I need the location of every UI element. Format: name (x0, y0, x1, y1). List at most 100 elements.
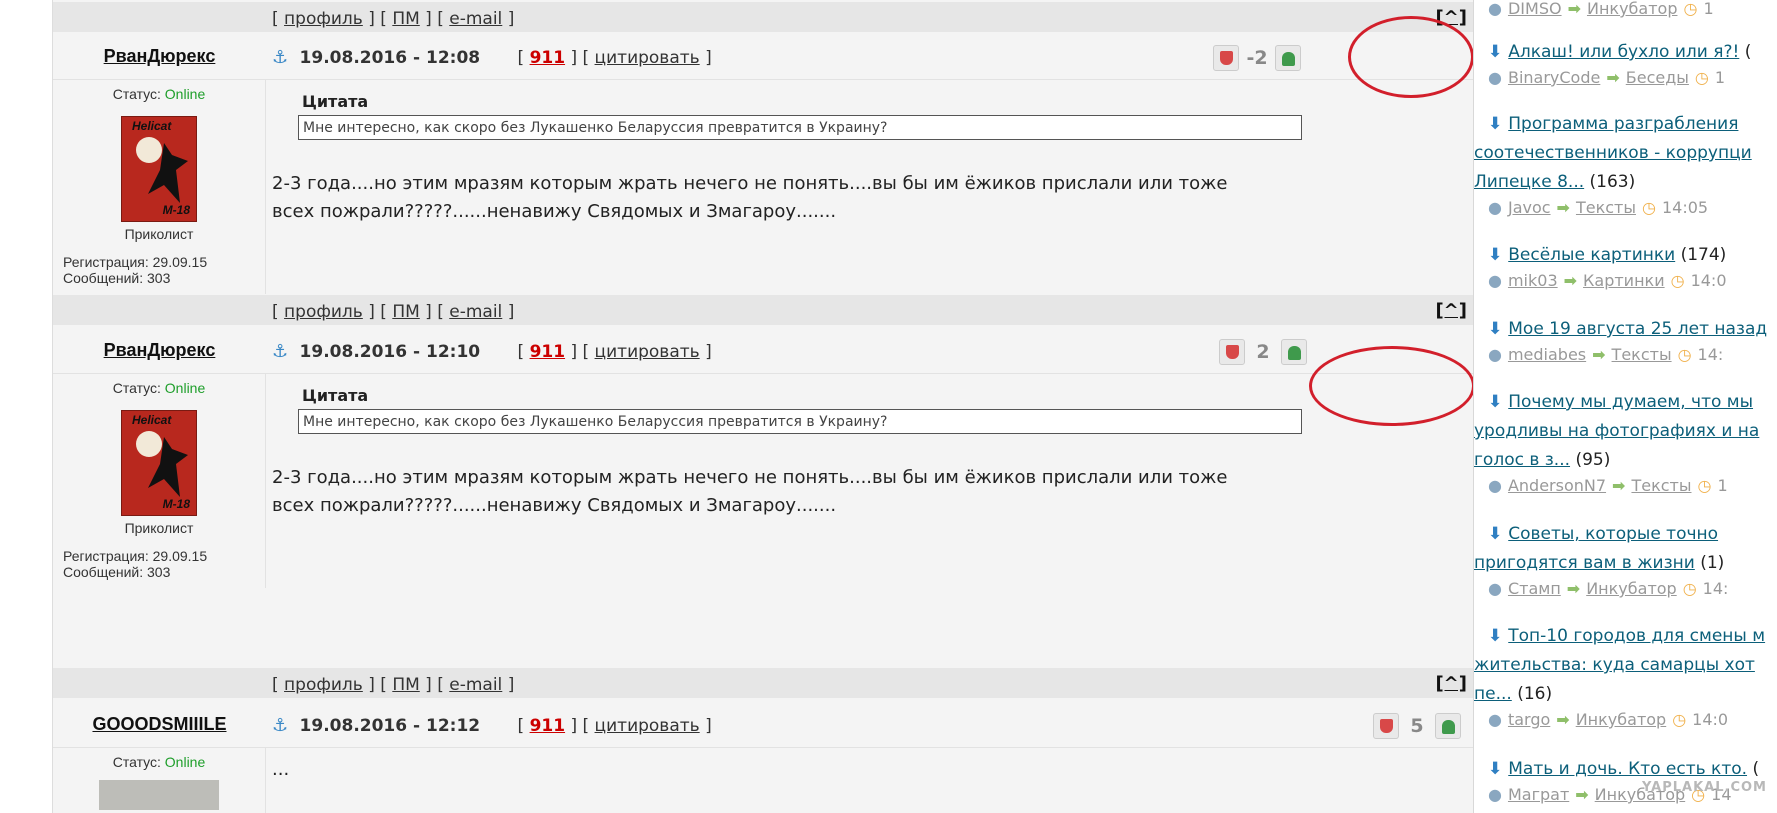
arrow-right-icon: ➡ (1612, 476, 1626, 495)
topic-section[interactable]: Инкубатор (1586, 579, 1677, 598)
post-author[interactable]: РванДюрекс (104, 46, 216, 66)
pm-link[interactable]: ПМ (392, 675, 419, 695)
topic-user[interactable]: mik03 (1508, 271, 1558, 290)
quote-post-link[interactable]: цитировать (595, 342, 700, 362)
post-rating: 5 (1373, 711, 1461, 741)
email-link[interactable]: e-mail (449, 675, 502, 695)
clock-icon: ◷ (1672, 710, 1687, 729)
quote-title: Цитата (302, 386, 369, 405)
rating-score: 5 (1410, 715, 1424, 737)
user-icon: ● (1488, 0, 1502, 18)
post-date: 19.08.2016 - 12:12 (299, 716, 481, 736)
pm-link[interactable]: ПМ (392, 9, 419, 29)
clock-icon: ◷ (1670, 271, 1685, 290)
profile-link[interactable]: профиль (284, 9, 363, 29)
thumb-up-icon[interactable] (1275, 45, 1301, 71)
thumb-up-icon[interactable] (1435, 713, 1461, 739)
author-stats: Регистрация: 29.09.15 Сообщений: 303 (53, 254, 265, 286)
post-number-link[interactable]: 911 (530, 716, 566, 736)
topic-title[interactable]: Программа разграбления (1508, 114, 1738, 134)
topic-user[interactable]: targo (1508, 710, 1550, 729)
forum-post: РванДюрекс ⚓ 19.08.2016 - 12:08 [ 911 ] … (53, 36, 1473, 294)
avatar[interactable]: Helicat M-18 (121, 116, 197, 222)
clock-icon: ◷ (1694, 68, 1709, 87)
topic-title[interactable]: Советы, которые точно (1508, 524, 1718, 544)
thumb-up-icon[interactable] (1281, 339, 1307, 365)
topic-user[interactable]: DIMSO (1508, 0, 1562, 18)
author-info: Статус: Online (53, 748, 266, 813)
topic-user[interactable]: AndersonN7 (1508, 476, 1606, 495)
topic-section[interactable]: Тексты (1576, 198, 1636, 217)
anchor-icon[interactable]: ⚓ (272, 715, 288, 736)
topic-user[interactable]: Javoc (1508, 198, 1551, 217)
arrow-right-icon: ➡ (1606, 68, 1620, 87)
arrow-down-icon: ⬇ (1488, 245, 1503, 265)
topic-title[interactable]: Мое 19 августа 25 лет назад (1508, 319, 1767, 339)
registration-date: Регистрация: 29.09.15 (63, 254, 208, 270)
topic-title[interactable]: Мать и дочь. Кто есть кто. (1508, 759, 1747, 779)
topic-title[interactable]: Алкаш! или бухло или я?! (1508, 42, 1739, 62)
topic-section[interactable]: Инкубатор (1576, 710, 1667, 729)
author-stats: Регистрация: 29.09.15 Сообщений: 303 (53, 548, 265, 580)
message-count: Сообщений: 303 (63, 270, 171, 286)
pm-link[interactable]: ПМ (392, 302, 419, 322)
profile-link[interactable]: профиль (284, 302, 363, 322)
topic-user[interactable]: BinaryCode (1508, 68, 1600, 87)
topic-section[interactable]: Инкубатор (1587, 0, 1678, 18)
topic-section[interactable]: Картинки (1583, 271, 1665, 290)
post-body: Цитата Мне интересно, как скоро без Лука… (272, 80, 1467, 226)
post-author[interactable]: GOOODSMIIILE (92, 714, 226, 734)
quote-post-link[interactable]: цитировать (595, 716, 700, 736)
arrow-down-icon: ⬇ (1488, 114, 1503, 134)
arrow-down-icon: ⬇ (1488, 392, 1503, 412)
topic-section[interactable]: Тексты (1612, 345, 1672, 364)
annotation-circle (1309, 346, 1473, 426)
topic-title[interactable]: Весёлые картинки (1508, 245, 1675, 265)
sidebar-topic: ● DIMSO ➡ Инкубатор ◷ 1 (1488, 0, 1777, 20)
topic-user[interactable]: Маграт (1508, 785, 1569, 804)
author-status: Статус: Online (112, 86, 206, 102)
thumb-down-icon[interactable] (1213, 45, 1239, 71)
avatar[interactable]: Helicat M-18 (121, 410, 197, 516)
post-number-link[interactable]: 911 (530, 48, 566, 68)
post-header: РванДюрекс ⚓ 19.08.2016 - 12:08 [ 911 ] … (53, 36, 1473, 80)
forum-post: GOOODSMIIILE ⚓ 19.08.2016 - 12:12 [ 911 … (53, 704, 1473, 813)
email-link[interactable]: e-mail (449, 302, 502, 322)
anchor-icon[interactable]: ⚓ (272, 341, 288, 362)
sidebar-topic: ⬇ Программа разграбления соотечественнико… (1474, 114, 1752, 217)
author-status: Статус: Online (112, 754, 206, 770)
post-body: ... (272, 748, 1467, 784)
quote-box: Мне интересно, как скоро без Лукашенко Б… (298, 115, 1302, 140)
topic-title[interactable]: Топ-10 городов для смены м (1508, 626, 1765, 646)
topic-section[interactable]: Тексты (1631, 476, 1691, 495)
topic-title[interactable]: Почему мы думаем, что мы (1508, 392, 1753, 412)
post-number-link[interactable]: 911 (530, 342, 566, 362)
sidebar-topics: ● DIMSO ➡ Инкубатор ◷ 1 ⬇ Алкаш! или бухло или… (1474, 0, 1777, 813)
anchor-icon[interactable]: ⚓ (272, 47, 288, 68)
topic-section[interactable]: Беседы (1626, 68, 1689, 87)
author-rank: Приколист (124, 520, 194, 536)
message-count: Сообщений: 303 (63, 564, 171, 580)
scroll-top-link[interactable]: [^] (1435, 673, 1467, 694)
thumb-down-icon[interactable] (1373, 713, 1399, 739)
quote-post-link[interactable]: цитировать (595, 48, 700, 68)
scroll-top-link[interactable]: [^] (1435, 300, 1467, 321)
topic-user[interactable]: Стамп (1508, 579, 1561, 598)
topic-user[interactable]: mediabes (1508, 345, 1586, 364)
profile-link[interactable]: профиль (284, 675, 363, 695)
topic-time: 1 (1714, 68, 1726, 87)
post-author[interactable]: РванДюрекс (104, 340, 216, 360)
email-link[interactable]: e-mail (449, 9, 502, 29)
thumb-down-icon[interactable] (1219, 339, 1245, 365)
user-icon: ● (1488, 579, 1502, 598)
topic-time: 14:0 (1690, 271, 1727, 290)
post-links: [ профиль ] [ ПМ ] [ e-mail ] (272, 9, 515, 29)
arrow-down-icon: ⬇ (1488, 42, 1503, 62)
forum-post: РванДюрекс ⚓ 19.08.2016 - 12:10 [ 911 ] … (53, 330, 1473, 588)
arrow-down-icon: ⬇ (1488, 759, 1503, 779)
author-rank: Приколист (124, 226, 194, 242)
user-icon: ● (1488, 785, 1502, 804)
avatar[interactable] (99, 780, 219, 810)
post-body: Цитата Мне интересно, как скоро без Лука… (272, 374, 1467, 520)
user-icon: ● (1488, 271, 1502, 290)
